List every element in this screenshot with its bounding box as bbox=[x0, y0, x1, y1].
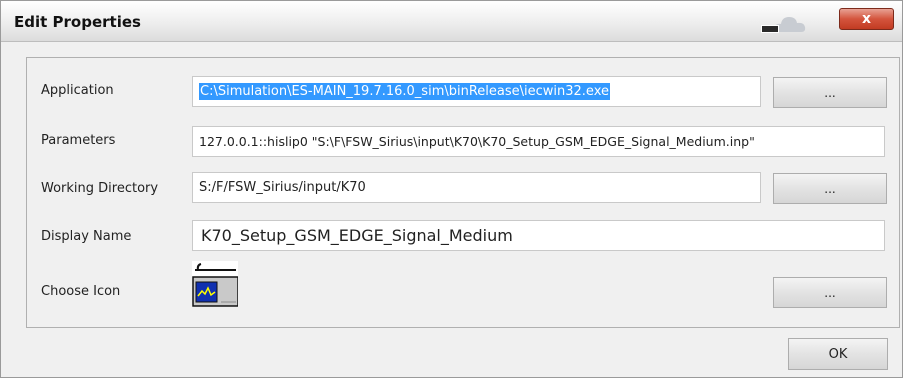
application-browse-button[interactable]: ... bbox=[773, 77, 887, 108]
spectrum-analyzer-icon[interactable] bbox=[192, 261, 239, 307]
working-directory-browse-button[interactable]: ... bbox=[773, 173, 887, 204]
display-name-value: K70_Setup_GSM_EDGE_Signal_Medium bbox=[201, 226, 513, 245]
ok-label: OK bbox=[828, 346, 848, 362]
choose-icon-label: Choose Icon bbox=[41, 284, 121, 299]
close-button[interactable]: x bbox=[839, 8, 894, 30]
application-label: Application bbox=[41, 83, 114, 98]
minimize-button[interactable] bbox=[758, 13, 808, 34]
parameters-value: 127.0.0.1::hislip0 "S:\F\FSW_Sirius\inpu… bbox=[199, 134, 755, 149]
display-name-input[interactable]: K70_Setup_GSM_EDGE_Signal_Medium bbox=[192, 220, 885, 251]
edit-properties-dialog: Edit Properties x Application C:\Simulat… bbox=[0, 0, 903, 378]
close-icon: x bbox=[861, 11, 872, 27]
choose-icon-browse-label: ... bbox=[824, 285, 836, 300]
choose-icon-browse-button[interactable]: ... bbox=[773, 277, 887, 308]
parameters-input[interactable]: 127.0.0.1::hislip0 "S:\F\FSW_Sirius\inpu… bbox=[192, 126, 885, 157]
application-value: C:\Simulation\ES-MAIN_19.7.16.0_sim\binR… bbox=[199, 83, 610, 100]
application-browse-label: ... bbox=[824, 85, 836, 100]
ok-button[interactable]: OK bbox=[788, 338, 888, 370]
dialog-title: Edit Properties bbox=[14, 13, 141, 31]
parameters-label: Parameters bbox=[41, 133, 116, 148]
working-directory-browse-label: ... bbox=[824, 181, 836, 196]
application-input[interactable]: C:\Simulation\ES-MAIN_19.7.16.0_sim\binR… bbox=[192, 76, 761, 107]
working-directory-value: S:/F/FSW_Sirius/input/K70 bbox=[199, 180, 366, 195]
display-name-label: Display Name bbox=[41, 229, 132, 244]
working-directory-input[interactable]: S:/F/FSW_Sirius/input/K70 bbox=[192, 172, 761, 203]
working-directory-label: Working Directory bbox=[41, 181, 159, 196]
minimize-icon bbox=[761, 25, 779, 33]
title-bar[interactable]: Edit Properties x bbox=[1, 1, 902, 42]
